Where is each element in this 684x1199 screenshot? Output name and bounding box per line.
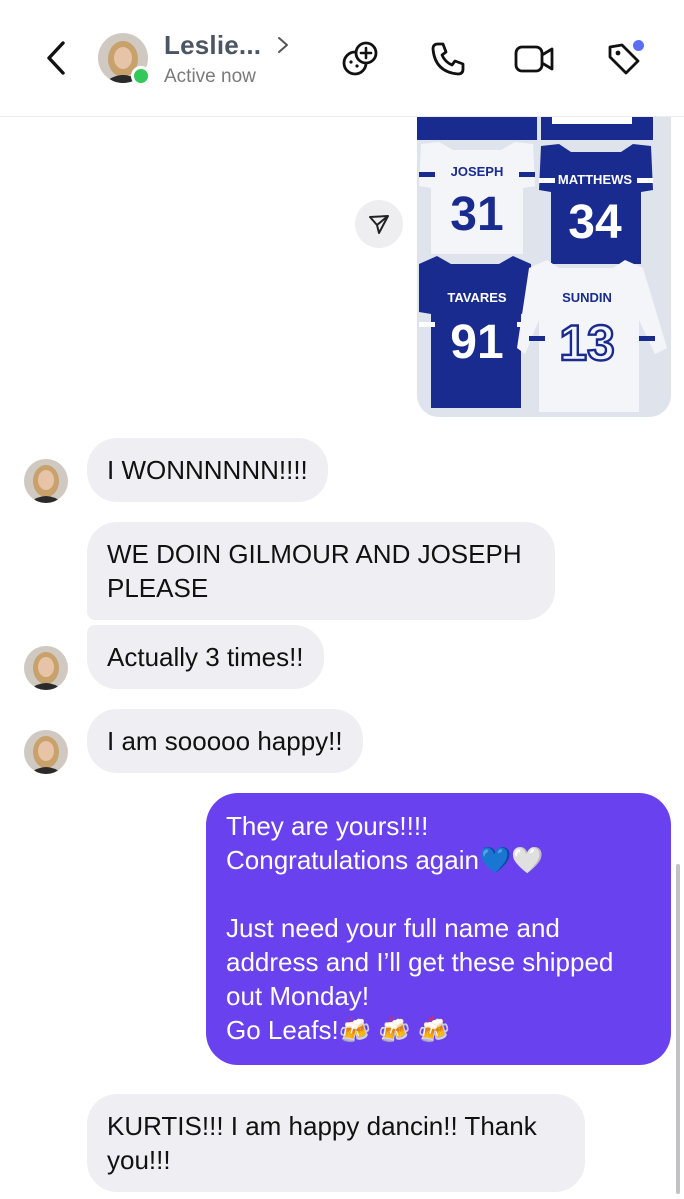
svg-text:TAVARES: TAVARES [447, 290, 507, 305]
effects-button[interactable] [338, 37, 382, 81]
chat-screen: Leslie... Active now JOSEPH 31 MATTHEWS … [0, 0, 684, 1199]
back-button[interactable] [36, 38, 76, 78]
chevron-left-icon [47, 41, 65, 75]
svg-text:91: 91 [450, 316, 503, 369]
scrollbar[interactable] [676, 864, 680, 1194]
contact-avatar[interactable] [98, 33, 151, 86]
message-bubble-outgoing[interactable]: They are yours!!!! Congratulations again… [206, 793, 671, 1065]
chevron-right-icon [278, 37, 288, 53]
jersey-joseph: JOSEPH 31 [419, 142, 535, 254]
avatar[interactable] [24, 459, 68, 503]
video-camera-icon [514, 45, 554, 73]
avatar[interactable] [24, 730, 68, 774]
message-bubble-incoming[interactable]: WE DOIN GILMOUR AND JOSEPH PLEASE [87, 522, 555, 620]
svg-text:31: 31 [450, 188, 503, 241]
message-bubble-incoming[interactable]: Actually 3 times!! [87, 625, 324, 689]
jersey-matthews: MATTHEWS 34 [539, 144, 653, 264]
tag-unread-dot [633, 40, 644, 51]
svg-text:13: 13 [559, 315, 615, 371]
contact-name[interactable]: Leslie... [164, 30, 261, 61]
chat-header: Leslie... Active now [0, 0, 684, 117]
message-list[interactable]: JOSEPH 31 MATTHEWS 34 TAVARES 91 SUNDIN … [0, 116, 684, 1199]
svg-text:34: 34 [568, 196, 622, 249]
message-bubble-incoming[interactable]: I WONNNNNN!!!! [87, 438, 328, 502]
phone-icon [431, 42, 465, 76]
shared-photo-jerseys[interactable]: JOSEPH 31 MATTHEWS 34 TAVARES 91 SUNDIN … [417, 116, 671, 417]
contact-status: Active now [164, 66, 256, 87]
tags-button[interactable] [602, 37, 646, 81]
share-button[interactable] [355, 200, 403, 248]
new-effect-icon [342, 41, 378, 76]
message-bubble-incoming[interactable]: KURTIS!!! I am happy dancin!! Thank you!… [87, 1094, 585, 1192]
svg-text:JOSEPH: JOSEPH [451, 164, 504, 179]
online-indicator [131, 66, 151, 86]
message-bubble-incoming[interactable]: I am sooooo happy!! [87, 709, 363, 773]
audio-call-button[interactable] [426, 37, 470, 81]
send-icon [369, 215, 389, 234]
avatar[interactable] [24, 646, 68, 690]
svg-text:SUNDIN: SUNDIN [562, 290, 612, 305]
svg-text:MATTHEWS: MATTHEWS [558, 172, 632, 187]
video-call-button[interactable] [512, 37, 556, 81]
jersey-tavares: TAVARES 91 [419, 256, 533, 408]
